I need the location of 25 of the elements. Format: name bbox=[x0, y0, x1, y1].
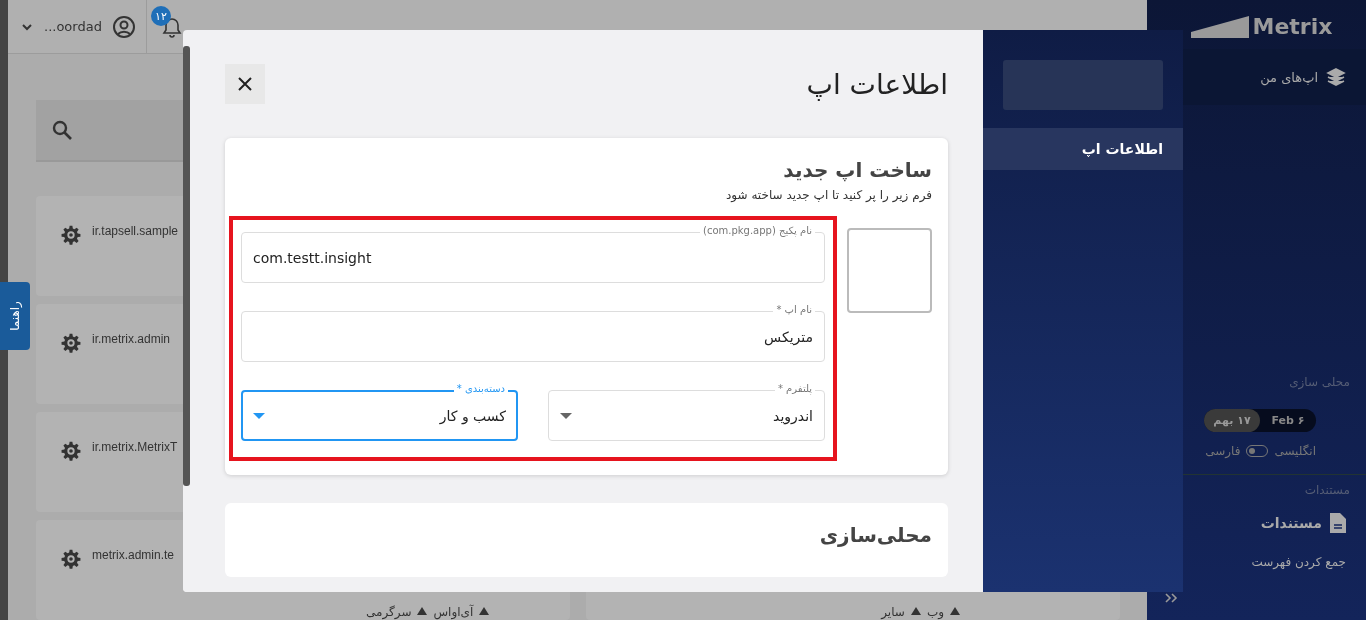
tag-label: وب bbox=[926, 605, 944, 619]
calendar-toggle-option[interactable]: Feb ۶ bbox=[1260, 409, 1316, 432]
tag-label: سایر bbox=[881, 605, 905, 619]
tag-label: سرگرمی bbox=[366, 605, 412, 619]
section-heading: محلی سازی bbox=[1288, 375, 1351, 389]
package-name: ir.tapsell.sample bbox=[92, 224, 179, 238]
nav-item[interactable]: مستندات bbox=[1147, 497, 1366, 533]
package-name: metrix.admin.te bbox=[92, 548, 175, 562]
logo-text: Metrix bbox=[1252, 14, 1333, 39]
help-tab[interactable]: راهنما bbox=[0, 282, 30, 350]
card-title: ساخت اپ جدید bbox=[782, 158, 932, 182]
calendar-toggle-option[interactable]: ۱۷ بهم bbox=[1204, 409, 1260, 432]
tag-label: آی‌اواس bbox=[433, 605, 474, 619]
dialog-nav-item[interactable]: اطلاعات اپ bbox=[983, 128, 1183, 170]
package-name: ir.metrix.MetrixT bbox=[92, 440, 178, 454]
section-heading: مستندات bbox=[1303, 482, 1351, 497]
language-label: انگلیسی bbox=[1274, 444, 1316, 458]
dialog-title: اطلاعات اپ bbox=[806, 67, 948, 101]
user-name[interactable]: ...oordad bbox=[44, 19, 102, 34]
card-title: محلی‌سازی bbox=[818, 523, 932, 547]
card-subtitle: فرم زیر را پر کنید تا اپ جدید ساخته شود bbox=[725, 188, 932, 202]
package-name: ir.metrix.admin bbox=[92, 332, 171, 346]
collapse-menu-link[interactable]: جمع کردن فهرست bbox=[1251, 555, 1346, 569]
language-label: فارسی bbox=[1205, 444, 1241, 458]
notification-badge: ۱۲ bbox=[150, 6, 171, 26]
